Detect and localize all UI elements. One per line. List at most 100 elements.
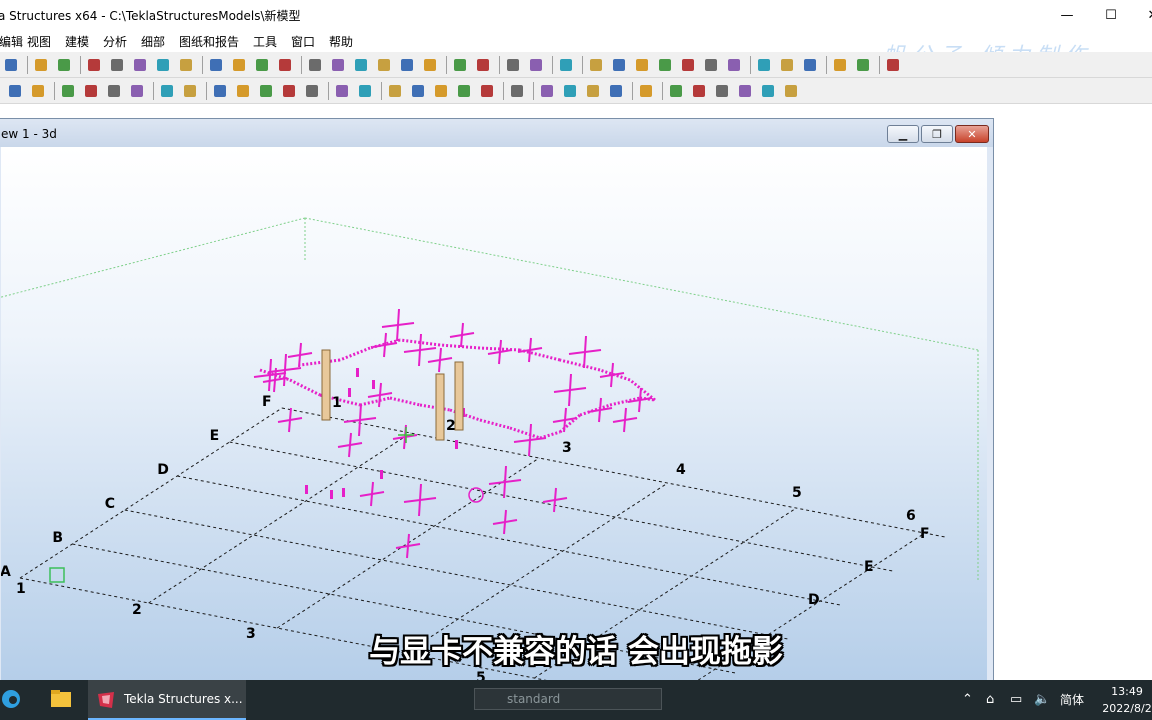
toolbar-tool-button[interactable]: [455, 82, 472, 99]
close-button[interactable]: ✕: [1130, 0, 1152, 31]
column-label-3: 3: [562, 440, 572, 456]
menu-edit[interactable]: 编辑: [0, 33, 23, 50]
toolbar-tool-button[interactable]: [257, 82, 274, 99]
model-3d-scene[interactable]: ABCDEF123456FED5123: [1, 147, 987, 681]
coordinate-axis-icon: [49, 567, 65, 583]
toolbar-tool-button[interactable]: [2, 56, 19, 73]
toolbar-tool-button[interactable]: [230, 56, 247, 73]
toolbar-tool-button[interactable]: [667, 82, 684, 99]
toolbar-tool-button[interactable]: [207, 56, 224, 73]
toolbar-tool-button[interactable]: [82, 82, 99, 99]
menu-tools[interactable]: 工具: [253, 33, 277, 50]
menu-analysis[interactable]: 分析: [103, 33, 127, 50]
menu-help[interactable]: 帮助: [329, 33, 353, 50]
toolbar-tool-button[interactable]: [85, 56, 102, 73]
clock[interactable]: 13:49 2022/8/2: [1098, 683, 1152, 717]
toolbar-tool-button[interactable]: [584, 82, 601, 99]
toolbar-tool-button[interactable]: [702, 56, 719, 73]
toolbar-tool-button[interactable]: [131, 56, 148, 73]
network-icon[interactable]: ⌂: [986, 692, 994, 707]
toolbar-tool-button[interactable]: [329, 56, 346, 73]
toolbar-tool-button[interactable]: [253, 56, 270, 73]
toolbar-tool-button[interactable]: [352, 56, 369, 73]
menu-detailing[interactable]: 细部: [141, 33, 165, 50]
volume-icon[interactable]: 🔈: [1034, 692, 1050, 707]
toolbar-tool-button[interactable]: [713, 82, 730, 99]
toolbar-tool-button[interactable]: [55, 56, 72, 73]
toolbar-tool-button[interactable]: [356, 82, 373, 99]
toolbar-tool-button[interactable]: [375, 56, 392, 73]
toolbar-tool-button[interactable]: [306, 56, 323, 73]
toolbar-tool-button[interactable]: [656, 56, 673, 73]
toolbar-tool-button[interactable]: [432, 82, 449, 99]
taskbar-tekla-button[interactable]: Tekla Structures x...: [88, 680, 246, 720]
toolbar-tool-button[interactable]: [181, 82, 198, 99]
toolbar-tool-button[interactable]: [527, 56, 544, 73]
display-icon[interactable]: ▭: [1010, 692, 1022, 707]
toolbar-tool-button[interactable]: [725, 56, 742, 73]
ime-indicator[interactable]: 简体: [1060, 691, 1084, 708]
toolbar-tool-button[interactable]: [29, 82, 46, 99]
toolbar-tool-button[interactable]: [59, 82, 76, 99]
toolbar-tool-button[interactable]: [538, 82, 555, 99]
toolbar-tool-button[interactable]: [561, 82, 578, 99]
toolbar-tool-button[interactable]: [128, 82, 145, 99]
model-viewport[interactable]: ABCDEF123456FED5123: [1, 147, 987, 681]
toolbar-tool-button[interactable]: [610, 56, 627, 73]
toolbar-tool-button[interactable]: [478, 82, 495, 99]
toolbar-tool-button[interactable]: [801, 56, 818, 73]
maximize-button[interactable]: ☐: [1088, 0, 1134, 31]
toolbar-tool-button[interactable]: [177, 56, 194, 73]
toolbar-tool-button[interactable]: [633, 56, 650, 73]
menu-view[interactable]: 视图: [27, 33, 51, 50]
toolbar-tool-button[interactable]: [637, 82, 654, 99]
toolbar-tool-button[interactable]: [854, 56, 871, 73]
toolbar-tool-button[interactable]: [108, 56, 125, 73]
toolbar-tool-button[interactable]: [154, 56, 171, 73]
view-close-button[interactable]: ✕: [955, 125, 989, 143]
toolbar-tool-button[interactable]: [409, 82, 426, 99]
toolbar-tool-button[interactable]: [211, 82, 228, 99]
toolbar-tool-button[interactable]: [508, 82, 525, 99]
toolbar-tool-button[interactable]: [276, 56, 293, 73]
toolbar-tool-button[interactable]: [607, 82, 624, 99]
toolbar-tool-button[interactable]: [755, 56, 772, 73]
toolbar-tool-button[interactable]: [386, 82, 403, 99]
toolbar-tool-button[interactable]: [504, 56, 521, 73]
chevron-up-icon[interactable]: ⌃: [962, 692, 973, 707]
toolbar-tool-button[interactable]: [421, 56, 438, 73]
toolbar-separator: [632, 82, 633, 100]
toolbar-tool-button[interactable]: [105, 82, 122, 99]
minimize-button[interactable]: —: [1044, 0, 1090, 31]
standard-combo[interactable]: standard: [474, 688, 662, 710]
toolbar-tool-button[interactable]: [158, 82, 175, 99]
view-title-bar[interactable]: ew 1 - 3d ▁ ❐ ✕: [0, 119, 993, 147]
toolbar-tool-button[interactable]: [474, 56, 491, 73]
toolbar-tool-button[interactable]: [32, 56, 49, 73]
toolbar-tool-button[interactable]: [451, 56, 468, 73]
toolbar-tool-button[interactable]: [884, 56, 901, 73]
toolbar-tool-button[interactable]: [398, 56, 415, 73]
toolbar-tool-button[interactable]: [333, 82, 350, 99]
toolbar-tool-button[interactable]: [234, 82, 251, 99]
toolbar-tool-button[interactable]: [778, 56, 795, 73]
toolbar-tool-button[interactable]: [782, 82, 799, 99]
edge-icon[interactable]: [0, 688, 22, 714]
view-minimize-button[interactable]: ▁: [887, 125, 919, 143]
menu-modeling[interactable]: 建模: [65, 33, 89, 50]
toolbar-tool-button[interactable]: [303, 82, 320, 99]
tool-icon: [309, 59, 321, 71]
toolbar-tool-button[interactable]: [736, 82, 753, 99]
toolbar-tool-button[interactable]: [6, 82, 23, 99]
toolbar-tool-button[interactable]: [557, 56, 574, 73]
toolbar-tool-button[interactable]: [759, 82, 776, 99]
toolbar-tool-button[interactable]: [280, 82, 297, 99]
menu-window[interactable]: 窗口: [291, 33, 315, 50]
toolbar-tool-button[interactable]: [587, 56, 604, 73]
file-explorer-icon[interactable]: [50, 689, 72, 713]
view-restore-button[interactable]: ❐: [921, 125, 953, 143]
toolbar-tool-button[interactable]: [690, 82, 707, 99]
menu-drawings-reports[interactable]: 图纸和报告: [179, 33, 239, 50]
toolbar-tool-button[interactable]: [831, 56, 848, 73]
toolbar-tool-button[interactable]: [679, 56, 696, 73]
